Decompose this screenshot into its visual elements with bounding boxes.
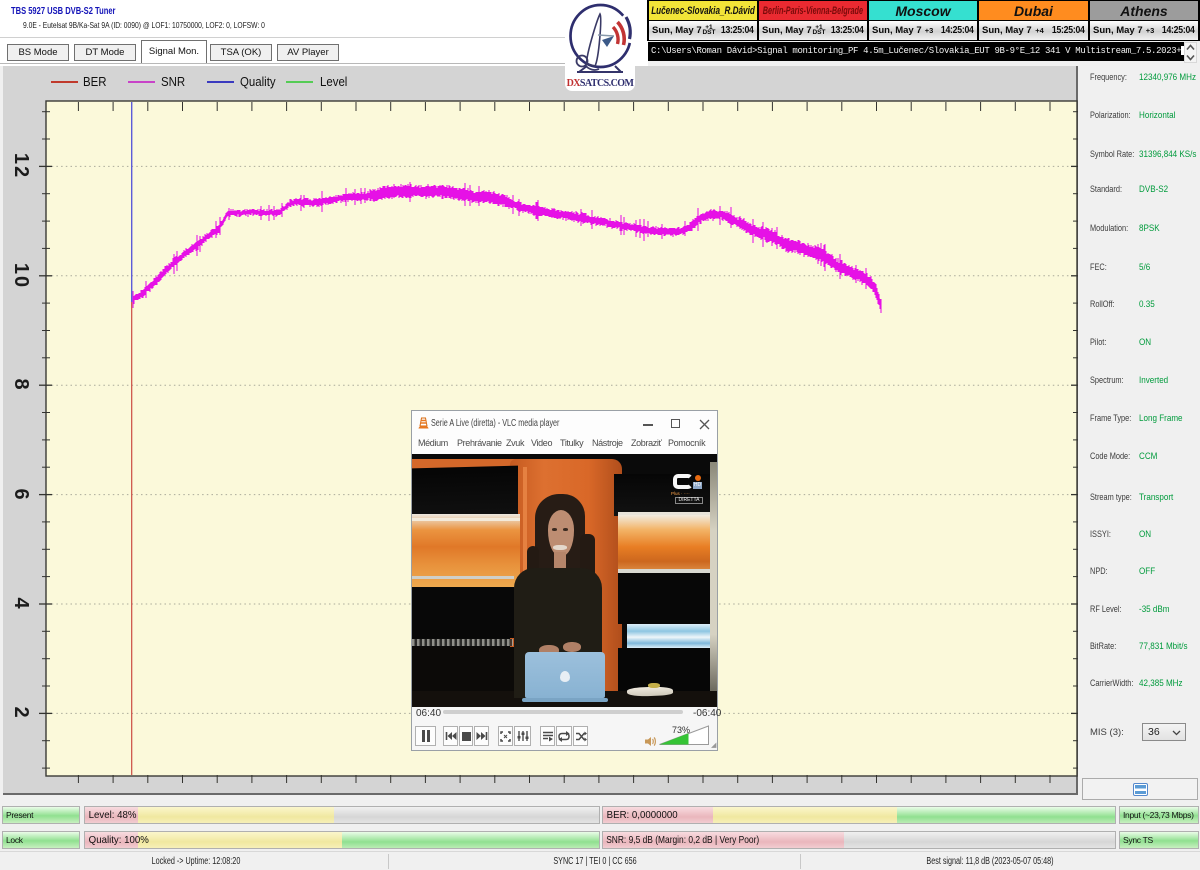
- svg-text:DXSATCS.COM: DXSATCS.COM: [567, 78, 635, 89]
